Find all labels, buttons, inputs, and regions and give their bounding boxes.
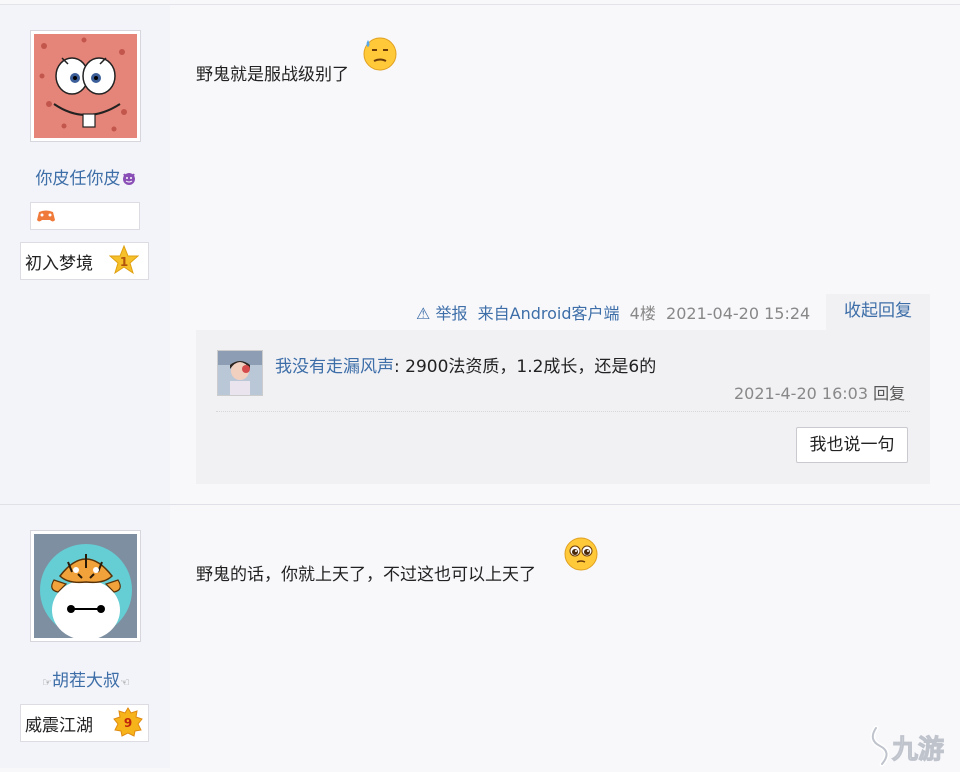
- username-post2[interactable]: ☞胡茬大叔☜: [30, 666, 142, 691]
- reply-username[interactable]: 我没有走漏风声: [275, 357, 394, 377]
- reply-button[interactable]: 回复: [873, 384, 905, 403]
- reply-text: : 2900法资质，1.2成长，还是6的: [394, 357, 657, 377]
- reply-user-avatar-icon: [218, 351, 262, 395]
- reply-meta: 2021-4-20 16:03 回复: [734, 380, 905, 404]
- level-badge-icon: 9: [113, 707, 143, 737]
- user-avatar-post1[interactable]: [30, 30, 141, 142]
- collapse-replies-button[interactable]: 收起回复: [826, 294, 930, 330]
- level-number: 1: [120, 255, 128, 269]
- pointing-hand-left-icon: ☞: [42, 676, 52, 689]
- floor-number: 4楼: [629, 304, 656, 323]
- reply-time: 2021-4-20 16:03: [734, 384, 868, 403]
- pointing-hand-right-icon: ☜: [120, 676, 130, 689]
- baymax-tiger-avatar-icon: [34, 534, 137, 640]
- gamepad-badge-icon: [37, 210, 55, 222]
- post-meta-row: ⚠ 举报 来自Android客户端 4楼 2021-04-20 15:24: [416, 300, 810, 324]
- level-star-icon: 1: [109, 245, 139, 275]
- level-number: 9: [124, 716, 132, 730]
- post-divider: [0, 504, 960, 505]
- post-content-1: 野鬼就是服战级别了: [196, 65, 349, 85]
- svg-text:九游: 九游: [891, 735, 944, 765]
- username-post1[interactable]: 你皮任你皮: [30, 164, 142, 189]
- watermark-logo: 九游: [866, 718, 956, 768]
- sweat-emoji-icon: [363, 37, 397, 71]
- pleading-emoji-icon: [564, 537, 598, 571]
- post-time: 2021-04-20 15:24: [666, 304, 811, 323]
- user-badge-post1[interactable]: [30, 202, 140, 230]
- level-title: 威震江湖: [25, 716, 93, 736]
- jiuyou-logo-icon: 九游: [870, 725, 945, 767]
- reply-divider: [216, 411, 910, 412]
- level-title: 初入梦境: [25, 254, 93, 274]
- client-source[interactable]: 来自Android客户端: [478, 304, 620, 323]
- user-avatar-post2[interactable]: [30, 530, 141, 642]
- user-level-post1: 初入梦境 1: [20, 242, 149, 280]
- reply-avatar[interactable]: [217, 350, 263, 396]
- user-level-post2: 威震江湖 9: [20, 704, 149, 742]
- patrick-avatar-icon: [34, 34, 137, 138]
- say-something-button[interactable]: 我也说一句: [796, 427, 908, 463]
- reply-item: 我没有走漏风声: 2900法资质，1.2成长，还是6的: [275, 352, 656, 377]
- devil-emoji-icon: [122, 173, 135, 185]
- report-link[interactable]: ⚠ 举报: [416, 304, 467, 323]
- post-content-2: 野鬼的话，你就上天了，不过这也可以上天了: [196, 565, 536, 585]
